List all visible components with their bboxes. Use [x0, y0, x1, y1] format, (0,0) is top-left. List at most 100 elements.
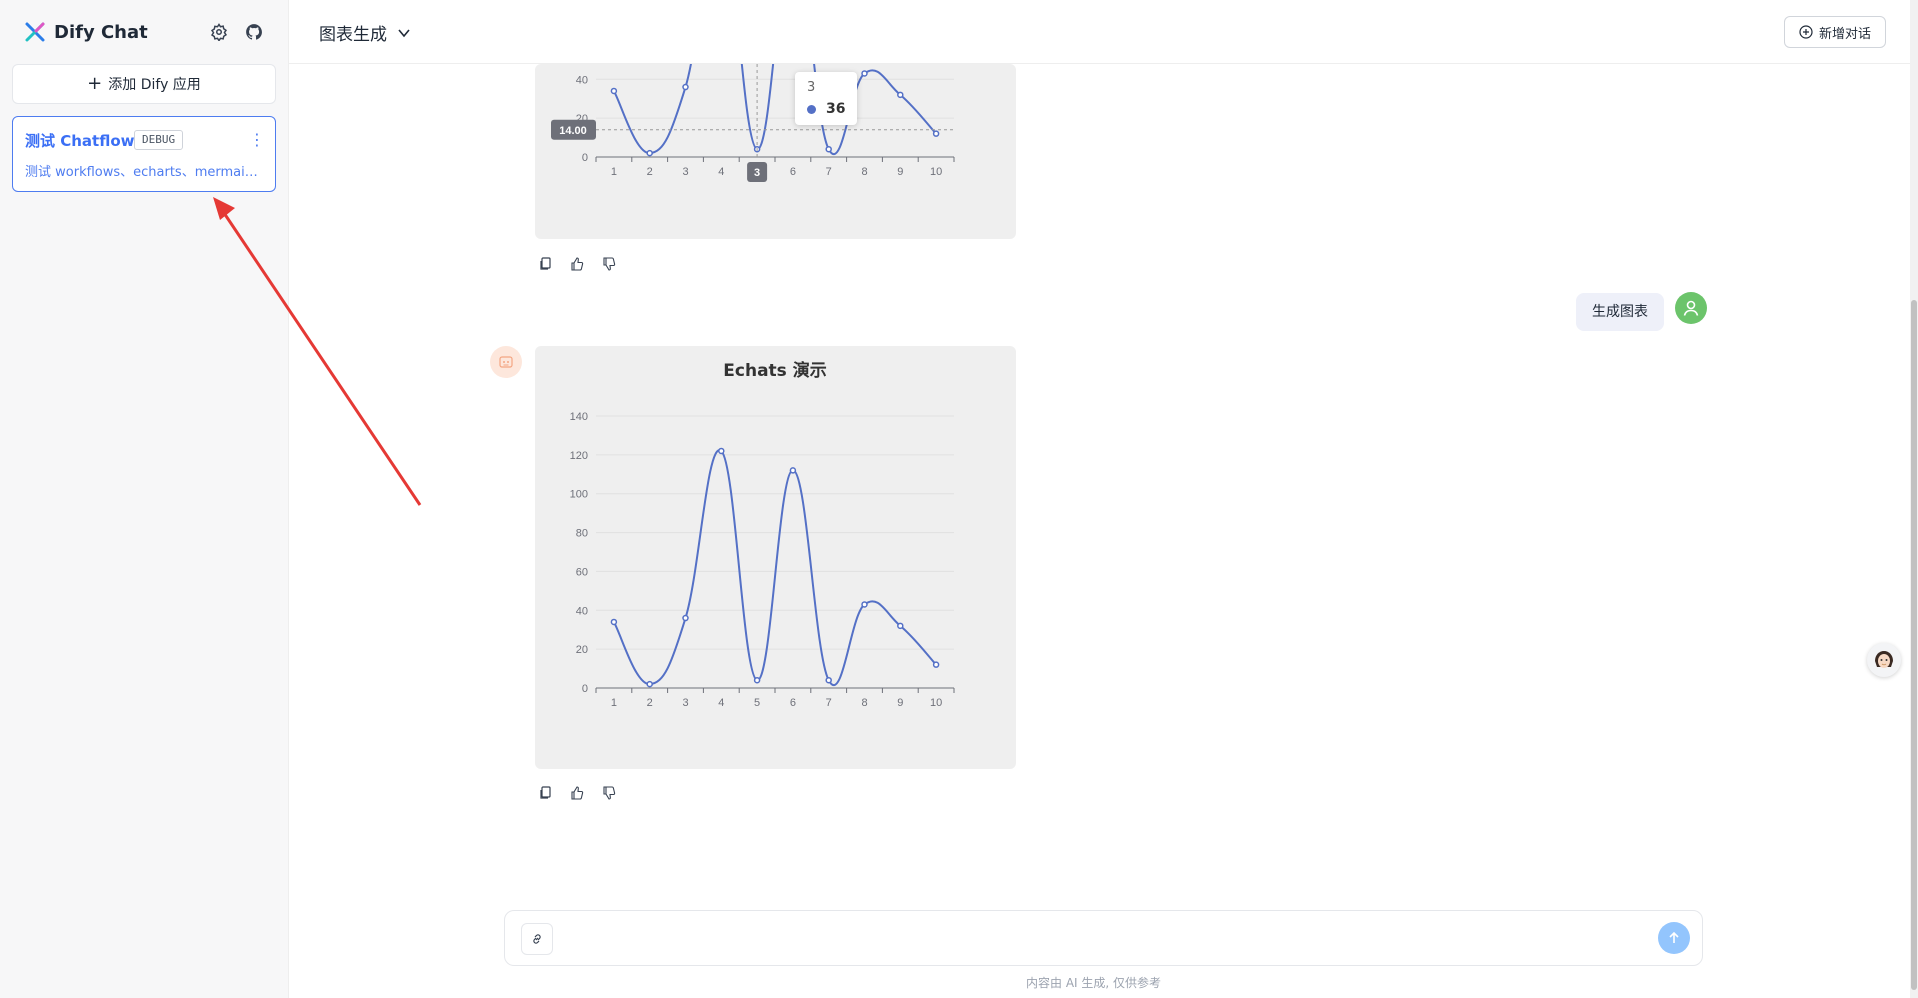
data-point [825, 145, 832, 153]
github-icon[interactable] [242, 20, 266, 44]
x-tick-label: 10 [930, 697, 942, 709]
data-point [861, 70, 868, 77]
copy-icon[interactable] [538, 786, 552, 800]
thumbs-up-icon[interactable] [570, 257, 584, 271]
x-tick-label: 2 [647, 697, 653, 709]
tooltip-value: 36 [826, 101, 846, 117]
data-point [610, 87, 618, 95]
chart-card-2: Echats 演示 0 20 40 60 80 100 120 140 1 2 3 4 5 6 7 8 9 10 [535, 346, 1016, 769]
x-tick-label: 5 [754, 697, 760, 709]
series-line [613, 449, 937, 686]
attach-link-button[interactable] [521, 923, 553, 955]
new-conversation-button[interactable]: 新增对话 [1783, 16, 1886, 48]
thumbs-down-icon[interactable] [602, 786, 616, 800]
data-point [897, 622, 904, 630]
add-app-label: 添加 Dify 应用 [108, 77, 201, 93]
user-avatar [1675, 292, 1707, 324]
x-tick-label: 6 [790, 166, 796, 178]
x-tick-label: 1 [611, 697, 617, 709]
debug-badge: DEBUG [134, 130, 184, 150]
user-icon [1683, 300, 1699, 316]
y-tick-label: 80 [576, 528, 588, 540]
x-tick-label: 9 [897, 166, 903, 178]
sidebar: Dify Chat + 添加 Dify 应用 测试 Chatflow DEBUG… [0, 0, 289, 998]
x-tick-label: 6 [790, 697, 796, 709]
x-tick-label: 1 [611, 166, 617, 178]
add-dify-app-button[interactable]: + 添加 Dify 应用 [12, 64, 276, 104]
data-point [610, 618, 618, 626]
chevron-down-icon [398, 28, 410, 37]
y-tick-label: 0 [582, 683, 588, 695]
app-title: 测试 Chatflow [25, 132, 135, 150]
ai-disclaimer: 内容由 AI 生成, 仅供参考 [1026, 976, 1162, 990]
brand-name: Dify Chat [54, 21, 148, 43]
chart-grid [596, 415, 954, 650]
x-tick-label: 8 [861, 697, 867, 709]
scrollbar-thumb[interactable] [1911, 300, 1917, 990]
dify-logo-icon [25, 22, 45, 42]
assistant-face-icon [1875, 651, 1893, 668]
robot-icon [499, 356, 513, 368]
line-chart-2: Echats 演示 0 20 40 60 80 100 120 140 1 2 3 4 5 6 7 8 9 10 [570, 360, 955, 709]
floating-assistant-avatar[interactable] [1867, 643, 1901, 677]
x-tick-label: 10 [930, 166, 942, 178]
crosshair-x-label: 3 [754, 167, 760, 179]
x-tick-label: 3 [682, 166, 688, 178]
message-actions-2 [538, 786, 616, 800]
x-tick-label: 7 [826, 697, 832, 709]
y-tick-label: 140 [570, 411, 588, 423]
y-tick-label: 40 [576, 605, 588, 617]
data-point [789, 467, 797, 474]
data-point [646, 680, 653, 688]
message-actions-1 [538, 257, 616, 271]
crosshair-y-label: 14.00 [559, 125, 587, 137]
plus-circle-icon [1799, 25, 1813, 39]
data-point [861, 601, 868, 608]
new-conversation-label: 新增对话 [1818, 26, 1871, 42]
data-point [718, 447, 725, 455]
chart-card-1: 020401234567891014.003 3 36 [535, 64, 1016, 239]
message-input-box [504, 910, 1703, 966]
series-line [613, 64, 937, 155]
chart-grid [596, 78, 954, 119]
link-icon [533, 934, 541, 944]
x-tick-label: 4 [718, 166, 724, 178]
chat-header: 图表生成 新增对话 [289, 0, 1918, 64]
data-point [932, 130, 940, 137]
data-point [646, 149, 653, 157]
line-chart-1: 020401234567891014.003 [551, 64, 955, 182]
series-dot-icon [807, 104, 816, 114]
arrow-up-icon [1669, 931, 1679, 943]
y-tick-label: 120 [570, 450, 588, 462]
send-button[interactable] [1658, 922, 1690, 954]
x-tick-label: 7 [826, 166, 832, 178]
x-tick-label: 8 [861, 166, 867, 178]
x-tick-label: 9 [897, 697, 903, 709]
x-tick-label: 4 [718, 697, 724, 709]
more-vertical-icon[interactable]: ⋮ [249, 129, 265, 149]
data-point [897, 91, 904, 99]
tooltip-category: 3 [807, 80, 816, 95]
user-message: 生成图表 [1576, 293, 1664, 331]
thumbs-down-icon[interactable] [602, 257, 616, 271]
data-point [682, 614, 689, 622]
y-tick-label: 40 [576, 74, 588, 86]
data-point [825, 676, 832, 684]
y-tick-label: 60 [576, 566, 588, 578]
thumbs-up-icon[interactable] [570, 786, 584, 800]
message-input[interactable] [565, 921, 1625, 957]
chart-tooltip: 3 36 [795, 72, 858, 125]
brand: Dify Chat [24, 20, 148, 44]
gear-icon[interactable] [207, 20, 231, 44]
copy-icon[interactable] [538, 257, 552, 271]
conversation-title-dropdown[interactable]: 图表生成 [319, 20, 411, 45]
y-tick-label: 0 [582, 152, 588, 164]
conversation-title: 图表生成 [319, 25, 387, 45]
data-point [682, 83, 689, 91]
data-point [932, 661, 940, 668]
x-tick-label: 2 [647, 166, 653, 178]
y-tick-label: 100 [570, 489, 588, 501]
data-point [753, 676, 761, 684]
app-card-test-chatflow[interactable]: 测试 Chatflow DEBUG ⋮ 测试 workflows、echarts… [12, 116, 276, 192]
plus-icon: + [87, 73, 103, 94]
